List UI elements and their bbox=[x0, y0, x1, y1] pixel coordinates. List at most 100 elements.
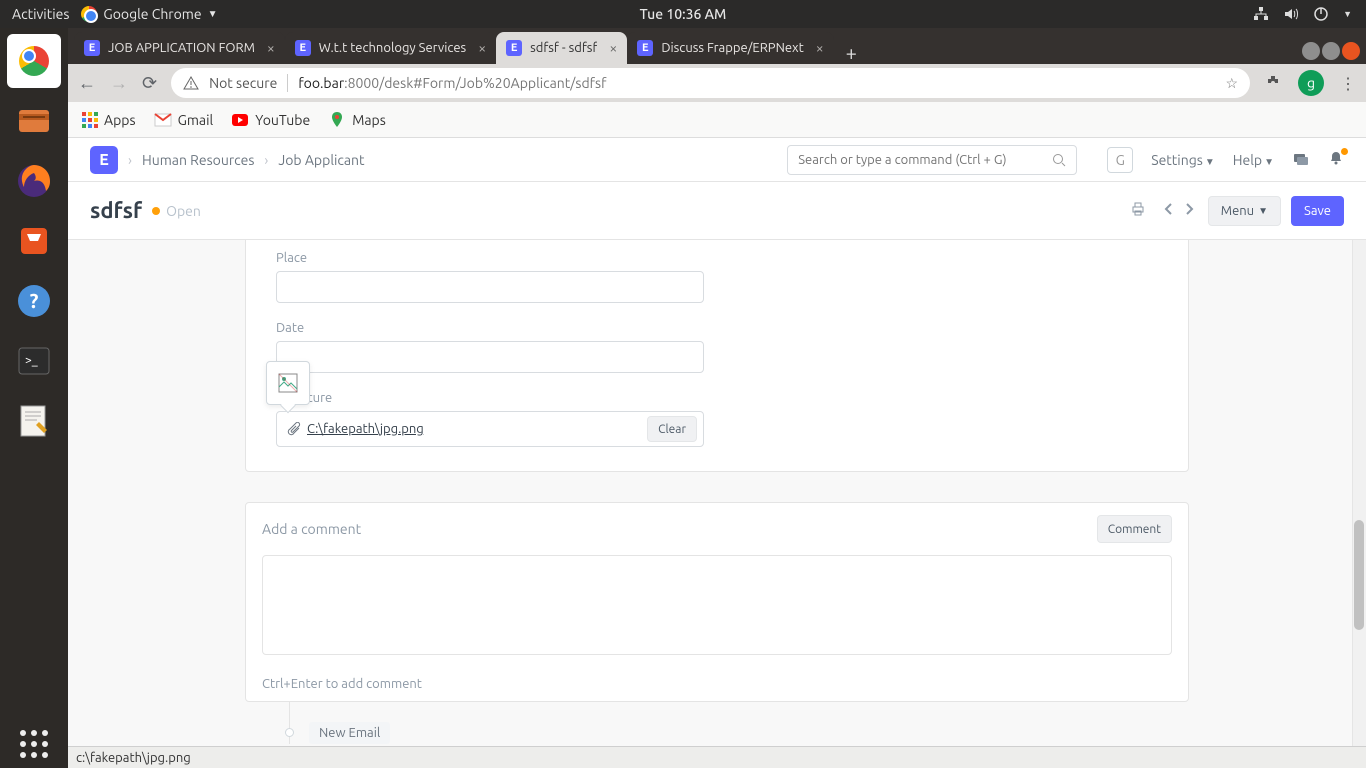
chevron-down-icon: ▼ bbox=[208, 8, 218, 20]
date-input[interactable] bbox=[276, 341, 704, 373]
close-tab-icon[interactable]: × bbox=[478, 40, 486, 56]
notifications-button[interactable] bbox=[1328, 150, 1344, 169]
place-input[interactable] bbox=[276, 271, 704, 303]
field-place: Place bbox=[276, 251, 704, 303]
security-text: Not secure bbox=[209, 75, 277, 91]
awesomebar[interactable] bbox=[787, 145, 1077, 175]
close-window-button[interactable] bbox=[1342, 42, 1360, 60]
next-doc-button[interactable] bbox=[1184, 198, 1198, 224]
back-button[interactable]: ← bbox=[78, 73, 96, 94]
show-applications-button[interactable] bbox=[20, 730, 48, 758]
prev-doc-button[interactable] bbox=[1160, 198, 1174, 224]
status-text: c:\fakepath\jpg.png bbox=[76, 751, 191, 765]
help-menu[interactable]: Help▼ bbox=[1233, 152, 1274, 168]
maps-icon bbox=[328, 111, 346, 129]
close-tab-icon[interactable]: × bbox=[267, 40, 275, 56]
comment-button[interactable]: Comment bbox=[1097, 515, 1172, 543]
new-tab-button[interactable]: + bbox=[834, 41, 869, 64]
new-email-button[interactable]: New Email bbox=[309, 722, 390, 744]
tab-title: JOB APPLICATION FORM bbox=[108, 41, 255, 55]
reload-button[interactable]: ⟳ bbox=[142, 73, 157, 94]
chevron-left-icon bbox=[1164, 202, 1174, 216]
star-icon[interactable]: ☆ bbox=[1225, 75, 1238, 92]
address-bar: ← → ⟳ Not secure foo.bar:8000/desk#Form/… bbox=[68, 64, 1366, 102]
field-label: Place bbox=[276, 251, 704, 265]
maximize-button[interactable] bbox=[1322, 42, 1340, 60]
comments-section: Add a comment Comment Ctrl+Enter to add … bbox=[245, 502, 1189, 702]
svg-text:>_: >_ bbox=[25, 354, 38, 367]
omnibox[interactable]: Not secure foo.bar:8000/desk#Form/Job%20… bbox=[171, 68, 1250, 98]
close-tab-icon[interactable]: × bbox=[609, 40, 617, 56]
close-tab-icon[interactable]: × bbox=[816, 40, 824, 56]
kebab-menu-icon[interactable]: ⋮ bbox=[1340, 74, 1356, 93]
app-indicator[interactable]: Google Chrome ▼ bbox=[81, 6, 217, 22]
page-header: sdfsf Open Menu▼ Save bbox=[68, 182, 1366, 240]
attachment-link[interactable]: C:\fakepath\jpg.png bbox=[307, 422, 424, 436]
minimize-button[interactable] bbox=[1302, 42, 1320, 60]
profile-avatar[interactable]: g bbox=[1298, 70, 1324, 96]
bookmark-label: Gmail bbox=[178, 112, 214, 128]
warning-icon bbox=[183, 75, 199, 91]
tab-job-application[interactable]: E JOB APPLICATION FORM × bbox=[74, 32, 285, 64]
separator bbox=[287, 74, 288, 92]
chrome-icon bbox=[19, 46, 49, 76]
breadcrumb-hr[interactable]: Human Resources bbox=[142, 152, 254, 168]
dock-software[interactable] bbox=[7, 214, 61, 268]
page-body: Place Date Signature C:\fakepath\jpg.png… bbox=[68, 240, 1366, 768]
clear-button[interactable]: Clear bbox=[647, 416, 697, 442]
print-icon bbox=[1130, 201, 1146, 217]
status-badge: Open bbox=[152, 203, 201, 219]
dock-files[interactable] bbox=[7, 94, 61, 148]
bookmark-gmail[interactable]: Gmail bbox=[154, 111, 214, 129]
search-input[interactable] bbox=[798, 153, 1052, 167]
launcher-dock: ? >_ bbox=[0, 28, 68, 768]
tab-title: Discuss Frappe/ERPNext bbox=[661, 41, 803, 55]
broken-image-icon bbox=[278, 373, 298, 393]
scrollbar-track[interactable] bbox=[1352, 240, 1366, 746]
system-top-bar: Activities Google Chrome ▼ Tue 10:36 AM … bbox=[0, 0, 1366, 28]
field-signature: Signature C:\fakepath\jpg.png Clear bbox=[276, 391, 704, 447]
activities-button[interactable]: Activities bbox=[12, 6, 69, 22]
bookmarks-bar: Apps Gmail YouTube Maps bbox=[68, 102, 1366, 138]
favicon-icon: E bbox=[84, 40, 100, 56]
svg-text:?: ? bbox=[30, 289, 39, 312]
print-button[interactable] bbox=[1126, 197, 1150, 225]
chrome-icon bbox=[81, 6, 97, 22]
app-logo[interactable]: E bbox=[90, 146, 118, 174]
volume-icon[interactable] bbox=[1283, 6, 1299, 22]
dock-firefox[interactable] bbox=[7, 154, 61, 208]
user-avatar[interactable]: G bbox=[1107, 147, 1133, 173]
save-button[interactable]: Save bbox=[1291, 196, 1344, 226]
chevron-right-icon bbox=[1184, 202, 1194, 216]
network-icon[interactable] bbox=[1253, 6, 1269, 22]
dock-help[interactable]: ? bbox=[7, 274, 61, 328]
power-icon[interactable] bbox=[1313, 6, 1329, 22]
apps-shortcut[interactable]: Apps bbox=[82, 112, 136, 128]
chat-icon[interactable] bbox=[1292, 151, 1310, 169]
gmail-icon bbox=[154, 111, 172, 129]
tab-sdfsf[interactable]: E sdfsf - sdfsf × bbox=[496, 32, 627, 64]
tab-wtt[interactable]: E W.t.t technology Services × bbox=[285, 32, 496, 64]
erpnext-app: E › Human Resources › Job Applicant G Se… bbox=[68, 138, 1366, 768]
youtube-icon bbox=[231, 111, 249, 129]
favicon-icon: E bbox=[295, 40, 311, 56]
breadcrumb-job-applicant[interactable]: Job Applicant bbox=[278, 152, 364, 168]
dock-text-editor[interactable] bbox=[7, 394, 61, 448]
favicon-icon: E bbox=[506, 40, 522, 56]
tab-title: W.t.t technology Services bbox=[319, 41, 466, 55]
dock-terminal[interactable]: >_ bbox=[7, 334, 61, 388]
status-dot-icon bbox=[152, 207, 160, 215]
settings-menu[interactable]: Settings▼ bbox=[1151, 152, 1215, 168]
bookmark-maps[interactable]: Maps bbox=[328, 111, 386, 129]
extensions-icon[interactable] bbox=[1264, 74, 1282, 92]
chevron-down-icon[interactable]: ▼ bbox=[1343, 9, 1352, 19]
bookmark-youtube[interactable]: YouTube bbox=[231, 111, 310, 129]
tab-discuss[interactable]: E Discuss Frappe/ERPNext × bbox=[627, 32, 833, 64]
forward-button: → bbox=[110, 73, 128, 94]
menu-button[interactable]: Menu▼ bbox=[1208, 196, 1281, 226]
system-clock[interactable]: Tue 10:36 AM bbox=[640, 6, 727, 22]
tab-strip: E JOB APPLICATION FORM × E W.t.t technol… bbox=[68, 28, 1366, 64]
dock-chrome[interactable] bbox=[7, 34, 61, 88]
scrollbar-thumb[interactable] bbox=[1354, 520, 1364, 630]
comment-input[interactable] bbox=[262, 555, 1172, 655]
